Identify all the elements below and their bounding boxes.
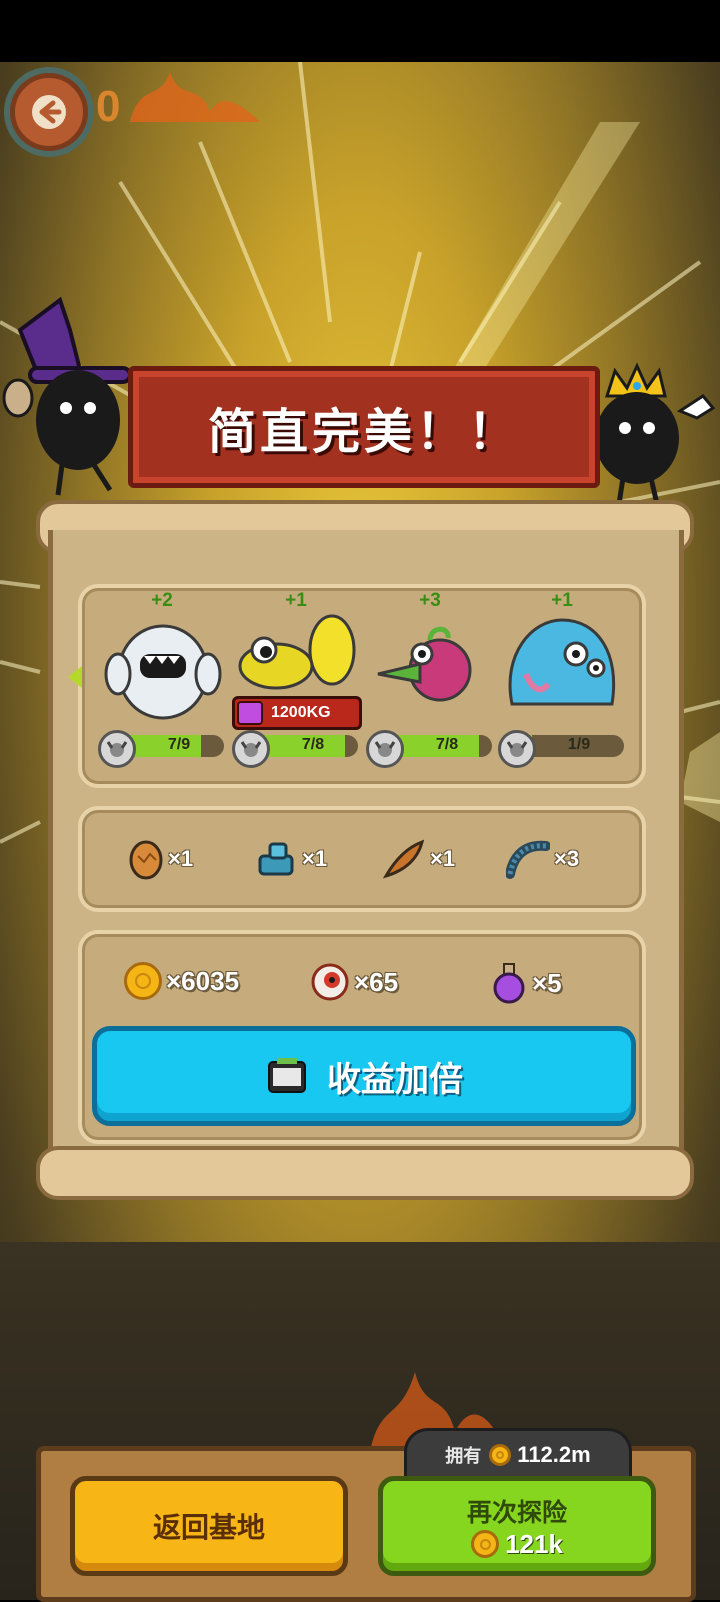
monster-bonus: +2	[151, 590, 173, 611]
scroll-bottom-rod	[36, 1146, 694, 1200]
explore-cost-value: 121k	[505, 1528, 563, 1559]
monster-card[interactable]: +1 1200KG 7/8	[232, 590, 362, 770]
monster-card[interactable]: +2 7/9	[98, 590, 226, 770]
reward-slot: ×5	[490, 962, 562, 1004]
horn-icon	[366, 730, 404, 768]
king-creature-icon	[595, 362, 716, 505]
reward-count: ×6035	[166, 965, 240, 996]
coin-icon	[124, 962, 162, 1000]
coin-icon	[471, 1530, 500, 1558]
worm-icon	[506, 840, 550, 879]
back-arrow-icon	[32, 95, 66, 129]
weight-value: 1200KG	[271, 704, 331, 721]
result-banner: 简直完美！！	[128, 366, 600, 488]
monster-level-text: 7/9	[167, 736, 191, 753]
horn-icon	[498, 730, 536, 768]
witch-creature-icon	[2, 296, 132, 496]
item-count: ×1	[430, 846, 456, 871]
monster-level-text: 7/8	[435, 736, 459, 753]
owned-label: 拥有	[445, 1446, 482, 1466]
slime-monster-icon	[508, 618, 616, 706]
item-count: ×1	[168, 846, 194, 871]
explore-again-button[interactable]: 再次探险 121k	[378, 1476, 656, 1576]
item-slot[interactable]: ×3	[506, 838, 579, 880]
egg-icon	[129, 840, 163, 880]
owned-coins-display: 拥有 112.2m	[404, 1428, 632, 1482]
monster-bonus: +1	[285, 590, 307, 611]
banner-title: 简直完美！！	[207, 406, 520, 459]
feather-icon	[382, 839, 425, 879]
score-counter: 0	[96, 82, 121, 131]
monster-bonus: +1	[551, 590, 573, 611]
pink-bird-monster-icon	[377, 626, 472, 702]
items-panel: ×1 ×1 ×1 ×3	[78, 806, 646, 912]
item-slot[interactable]: ×1	[128, 838, 193, 880]
monster-level-text: 7/8	[301, 736, 325, 753]
yeti-monster-icon	[104, 624, 222, 720]
owned-value: 112.2m	[517, 1442, 591, 1467]
monster-card[interactable]: +3 7/8	[366, 590, 494, 770]
monster-bonus: +3	[419, 590, 441, 611]
tv-ad-icon	[268, 1058, 306, 1093]
double-income-label: 收益加倍	[327, 1060, 463, 1099]
explore-again-cost: 121k	[471, 1529, 563, 1560]
eyeball-icon	[311, 963, 349, 1001]
return-base-label: 返回基地	[152, 1512, 265, 1543]
item-count: ×1	[302, 846, 328, 871]
monster-level-text: 1/9	[567, 736, 591, 753]
fire-decoration	[130, 72, 260, 122]
reward-slot: ×65	[310, 962, 398, 1002]
weight-tag: 1200KG	[232, 696, 362, 730]
potion-icon	[493, 963, 525, 1004]
horn-icon	[232, 730, 270, 768]
weight-icon	[237, 701, 263, 725]
explore-again-label: 再次探险	[466, 1498, 567, 1527]
left-arrow-icon[interactable]	[68, 666, 82, 688]
double-income-button[interactable]: 收益加倍	[92, 1026, 636, 1126]
item-slot[interactable]: ×1	[254, 838, 327, 880]
back-button[interactable]	[10, 73, 88, 151]
item-count: ×3	[554, 846, 580, 871]
monster-card[interactable]: +1 1/9	[498, 590, 626, 770]
reward-count: ×65	[354, 966, 399, 997]
coin-icon	[489, 1444, 512, 1466]
reward-slot: ×6035	[124, 962, 239, 1000]
horn-icon	[98, 730, 136, 768]
return-base-button[interactable]: 返回基地	[70, 1476, 348, 1576]
monsters-panel: +2 7/9 +1 1200KG 7/8 +3 7/8 +1 1/9	[68, 584, 646, 788]
lizard-monster-icon	[238, 614, 356, 690]
status-bar	[0, 0, 720, 62]
reward-count: ×5	[532, 967, 562, 998]
turret-icon	[258, 842, 294, 876]
item-slot[interactable]: ×1	[382, 838, 455, 880]
